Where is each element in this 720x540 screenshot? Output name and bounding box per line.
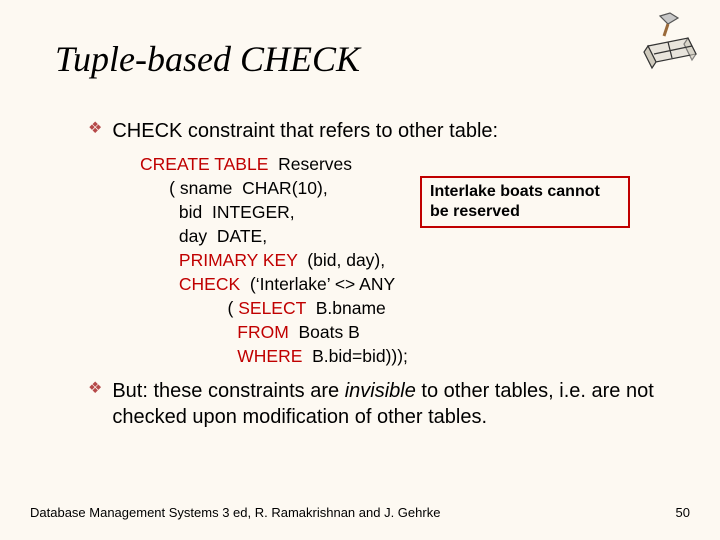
slide-title: Tuple-based CHECK [55,38,360,80]
bullet-1: ❖ CHECK constraint that refers to other … [88,118,678,144]
code-l6-rest: (‘Interlake’ <> ANY [240,274,395,294]
page-number: 50 [676,505,690,520]
diamond-bullet-icon: ❖ [88,118,102,140]
slide-body: ❖ CHECK constraint that refers to other … [88,118,678,436]
bullet-2-pre: But: these constraints are [112,380,344,402]
code-l9-rest: B.bid=bid))); [302,346,408,366]
code-l7-rest: B.bname [306,298,386,318]
bullet-2-text: But: these constraints are invisible to … [112,378,678,430]
footer-citation: Database Management Systems 3 ed, R. Ram… [30,505,440,520]
callout-box: Interlake boats cannot be reserved [420,176,630,228]
diamond-bullet-icon: ❖ [88,378,102,400]
sql-code-block: CREATE TABLE Reserves ( sname CHAR(10), … [140,152,678,368]
kw-from: FROM [237,322,289,342]
kw-primary-key: PRIMARY KEY [179,250,298,270]
kw-select: SELECT [238,298,306,318]
code-l5-rest: (bid, day), [298,250,386,270]
trowel-brick-icon [630,10,700,80]
bullet-2-em: invisible [345,380,416,402]
code-l8-rest: Boats B [289,322,360,342]
kw-where: WHERE [237,346,302,366]
bullet-2: ❖ But: these constraints are invisible t… [88,378,678,430]
kw-create-table: CREATE TABLE [140,154,268,174]
code-l1-rest: Reserves [268,154,352,174]
kw-check: CHECK [179,274,240,294]
bullet-1-text: CHECK constraint that refers to other ta… [112,118,498,144]
